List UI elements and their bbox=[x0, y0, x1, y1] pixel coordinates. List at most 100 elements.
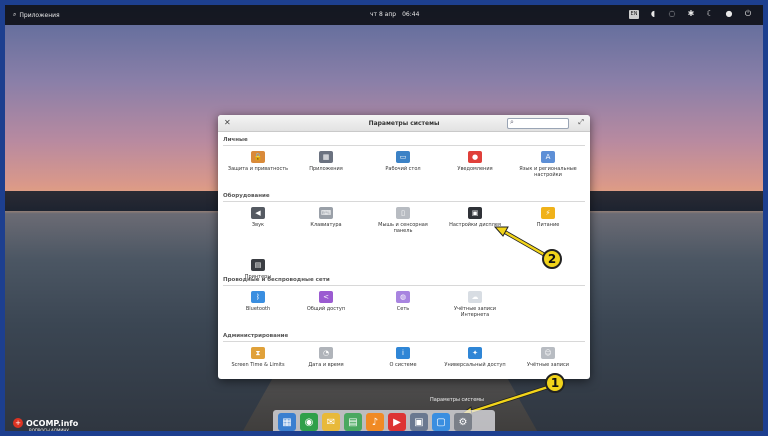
top-panel: ⌕ Приложения чт 8 апр 06:44 EN ◖ ◌ ✱ ☾ ●… bbox=[5, 5, 763, 25]
settings-item-label: Клавиатура bbox=[310, 222, 342, 228]
appcenter-icon[interactable]: ▢ bbox=[432, 413, 450, 431]
settings-item[interactable]: ✦ Универсальный доступ bbox=[440, 347, 510, 368]
settings-item[interactable]: ☺ Учётные записи bbox=[513, 347, 583, 368]
network-icon: ◍ bbox=[396, 291, 410, 303]
settings-item-label: Рабочий стол bbox=[385, 166, 421, 172]
mouse-icon: ▯ bbox=[396, 207, 410, 219]
settings-item[interactable]: ▣ Настройки дисплея bbox=[440, 207, 510, 228]
settings-item-label: Питание bbox=[536, 222, 560, 228]
settings-item-label: О системе bbox=[389, 362, 417, 368]
settings-item-label: Настройки дисплея bbox=[449, 222, 501, 228]
mail-icon[interactable]: ✉ bbox=[322, 413, 340, 431]
section-title: Администрирование bbox=[223, 333, 289, 339]
section-divider bbox=[223, 145, 585, 146]
settings-item-label: Bluetooth bbox=[245, 306, 271, 312]
printer-icon: ▤ bbox=[251, 259, 265, 271]
settings-item-label: Screen Time & Limits bbox=[231, 362, 285, 368]
settings-item[interactable]: ⌨ Клавиатура bbox=[291, 207, 361, 228]
settings-item[interactable]: ● Уведомления bbox=[440, 151, 510, 172]
settings-item-label: Дата и время bbox=[308, 362, 344, 368]
calendar-icon[interactable]: ▤ bbox=[344, 413, 362, 431]
settings-item-label: Звук bbox=[251, 222, 265, 228]
users-icon: ☺ bbox=[541, 347, 555, 359]
section-divider bbox=[223, 201, 585, 202]
settings-item-label: Мышь и сенсорная панель bbox=[378, 222, 428, 235]
notifications-icon[interactable]: ● bbox=[724, 9, 734, 19]
settings-item[interactable]: ▭ Рабочий стол bbox=[368, 151, 438, 172]
desktop-icon: ▭ bbox=[396, 151, 410, 163]
volume-icon[interactable]: ◖ bbox=[648, 9, 658, 19]
applications-menu-button[interactable]: ⌕ Приложения bbox=[13, 11, 60, 19]
settings-item[interactable]: A Язык и региональные настройки bbox=[513, 151, 583, 179]
settings-item[interactable]: < Общий доступ bbox=[291, 291, 361, 312]
callout-badge-2: 2 bbox=[542, 249, 562, 269]
settings-item[interactable]: ▯ Мышь и сенсорная панель bbox=[368, 207, 438, 235]
cloud-icon: ☁ bbox=[468, 291, 482, 303]
sound-icon: ◀ bbox=[251, 207, 265, 219]
watermark-logo-icon: + bbox=[13, 418, 23, 428]
watermark: + OCOMP.info bbox=[13, 418, 78, 428]
bluetooth-icon: ᛒ bbox=[251, 291, 265, 303]
section-title: Проводные и беспроводные сети bbox=[223, 277, 330, 283]
lock-icon: 🔒 bbox=[251, 151, 265, 163]
search-field[interactable]: ⌕ bbox=[507, 118, 569, 129]
screen-time-icon: ⧗ bbox=[251, 347, 265, 359]
language-icon: A bbox=[541, 151, 555, 163]
settings-item[interactable]: ⧗ Screen Time & Limits bbox=[223, 347, 293, 368]
settings-item-label: Защита и приватность bbox=[227, 166, 289, 172]
settings-item[interactable]: ◍ Сеть bbox=[368, 291, 438, 312]
settings-item[interactable]: ᛒ Bluetooth bbox=[223, 291, 293, 312]
browser-icon[interactable]: ◉ bbox=[300, 413, 318, 431]
settings-item-label: Сеть bbox=[396, 306, 410, 312]
dock: ▦ ◉ ✉ ▤ ♪ ▶ ▣ ▢ ⚙ bbox=[273, 410, 495, 431]
info-icon: i bbox=[396, 347, 410, 359]
applications-label: Приложения bbox=[19, 11, 60, 19]
power-icon[interactable]: ⏻ bbox=[743, 9, 753, 19]
dock-tooltip: Параметры системы bbox=[430, 397, 484, 403]
system-tray: EN ◖ ◌ ✱ ☾ ● ⏻ bbox=[629, 9, 753, 19]
bluetooth-icon[interactable]: ✱ bbox=[686, 9, 696, 19]
settings-item[interactable]: ◀ Звук bbox=[223, 207, 293, 228]
night-light-icon[interactable]: ☾ bbox=[705, 9, 715, 19]
section-title: Личные bbox=[223, 137, 248, 143]
section-divider bbox=[223, 341, 585, 342]
settings-item-label: Язык и региональные настройки bbox=[519, 166, 577, 179]
multitasking-icon[interactable]: ▦ bbox=[278, 413, 296, 431]
settings-item[interactable]: ⚡ Питание bbox=[513, 207, 583, 228]
watermark-title: OCOMP.info bbox=[26, 418, 79, 428]
accessibility-icon: ✦ bbox=[468, 347, 482, 359]
section-divider bbox=[223, 285, 585, 286]
power-icon: ⚡ bbox=[541, 207, 555, 219]
keyboard-layout-indicator[interactable]: EN bbox=[629, 9, 639, 19]
search-icon: ⌕ bbox=[13, 11, 17, 18]
settings-item[interactable]: ☁ Учётные записи Интернета bbox=[440, 291, 510, 319]
screenshot-frame: ⌕ Приложения чт 8 апр 06:44 EN ◖ ◌ ✱ ☾ ●… bbox=[0, 0, 768, 436]
clock[interactable]: чт 8 апр 06:44 bbox=[370, 11, 419, 18]
notification-icon: ● bbox=[468, 151, 482, 163]
maximize-button[interactable]: ⤢ bbox=[578, 118, 584, 127]
video-icon[interactable]: ▶ bbox=[388, 413, 406, 431]
clock-icon: ◔ bbox=[319, 347, 333, 359]
clock-date: чт 8 апр bbox=[370, 11, 397, 18]
settings-item[interactable]: i О системе bbox=[368, 347, 438, 368]
settings-item-label: Общий доступ bbox=[306, 306, 346, 312]
music-icon[interactable]: ♪ bbox=[366, 413, 384, 431]
photos-icon[interactable]: ▣ bbox=[410, 413, 428, 431]
settings-item[interactable]: 🔒 Защита и приватность bbox=[223, 151, 293, 172]
display-icon: ▣ bbox=[468, 207, 482, 219]
share-icon: < bbox=[319, 291, 333, 303]
system-settings-window: ✕ Параметры системы ⌕ ⤢ Личные 🔒 Защита и … bbox=[218, 115, 590, 379]
settings-item[interactable]: ◔ Дата и время bbox=[291, 347, 361, 368]
search-icon: ⌕ bbox=[510, 118, 514, 126]
settings-icon[interactable]: ⚙ bbox=[454, 413, 472, 431]
window-titlebar: ✕ Параметры системы ⌕ ⤢ bbox=[218, 115, 590, 132]
callout-badge-1: 1 bbox=[545, 373, 565, 393]
settings-item[interactable]: ▦ Приложения bbox=[291, 151, 361, 172]
clock-time: 06:44 bbox=[402, 11, 420, 18]
section-title: Оборудование bbox=[223, 193, 270, 199]
watermark-subtitle: ВОПРОСЫ АДМИНУ bbox=[29, 428, 69, 433]
settings-item-label: Приложения bbox=[309, 166, 343, 172]
settings-item-label: Учётные записи bbox=[526, 362, 570, 368]
network-icon[interactable]: ◌ bbox=[667, 9, 677, 19]
search-input[interactable] bbox=[517, 120, 567, 128]
